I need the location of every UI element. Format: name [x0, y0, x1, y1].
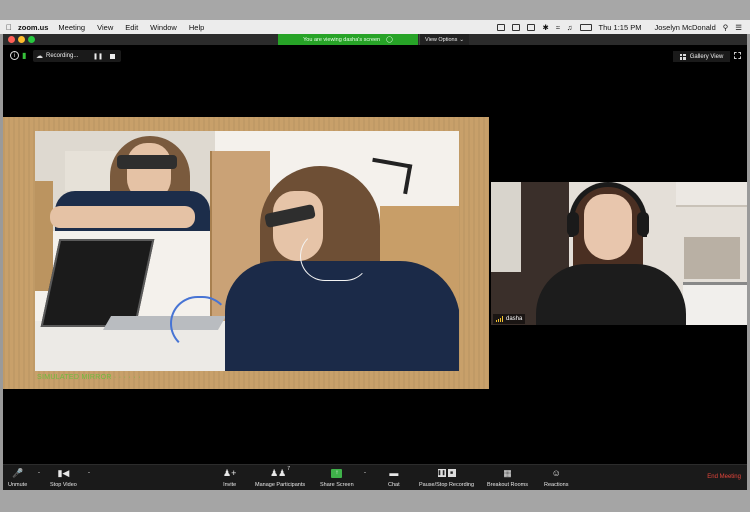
audio-options-chevron-icon[interactable]: ˆ: [38, 473, 40, 479]
pause-icon[interactable]: ❚❚: [93, 53, 103, 60]
info-icon[interactable]: i: [10, 51, 19, 60]
user-name[interactable]: Joselyn McDonald: [654, 23, 715, 32]
menu-view[interactable]: View: [97, 23, 113, 32]
share-screen-icon: ↑: [331, 467, 343, 479]
breakout-rooms-button[interactable]: ▦ Breakout Rooms: [487, 467, 528, 489]
breakout-rooms-label: Breakout Rooms: [487, 482, 528, 488]
shared-screen-caption: SIMULATED MIRROR · · · · · ·: [37, 374, 141, 381]
lock-icon[interactable]: ▮: [22, 51, 29, 60]
desktop-bottom-band: [0, 490, 750, 512]
meeting-top-row: i ▮ ☁ Recording... ❚❚ Gallery View: [3, 49, 747, 63]
view-options-button[interactable]: View Options ⌄: [419, 34, 469, 45]
window-titlebar: You are viewing dasha's screen ◯ View Op…: [3, 34, 747, 45]
viewing-banner-text: You are viewing dasha's screen: [303, 36, 381, 43]
clock[interactable]: Thu 1:15 PM: [599, 23, 642, 32]
background-bottles: [684, 237, 740, 279]
share-options-chevron-icon[interactable]: ˆ: [364, 473, 366, 479]
chevron-down-icon: ⌄: [459, 36, 464, 43]
shield-icon: ◯: [386, 37, 393, 43]
apple-icon[interactable]: : [0, 23, 18, 32]
fullscreen-icon[interactable]: [734, 52, 741, 59]
gallery-view-button[interactable]: Gallery View: [673, 51, 730, 62]
microphone-muted-icon: 🎤: [12, 467, 24, 478]
laptop-screen: [40, 239, 155, 327]
zoom-window: You are viewing dasha's screen ◯ View Op…: [3, 34, 747, 490]
menu-help[interactable]: Help: [189, 23, 204, 32]
pause-stop-icon: ❚❚ ■: [437, 467, 456, 479]
background-coat-light: [491, 182, 521, 272]
smiley-icon: ☺: [551, 468, 561, 478]
viewing-screen-banner: You are viewing dasha's screen ◯: [278, 34, 418, 45]
desktop-top-band: [0, 0, 750, 20]
share-screen-label: Share Screen: [320, 482, 354, 488]
breakout-grid-icon: ▦: [503, 467, 512, 478]
stop-video-label: Stop Video: [50, 482, 77, 488]
white-cable: [300, 231, 370, 281]
left-earcup: [567, 212, 579, 236]
battery-icon[interactable]: [579, 23, 592, 31]
menu-edit[interactable]: Edit: [125, 23, 138, 32]
share-screen-button[interactable]: ↑ Share Screen: [320, 467, 354, 488]
grid-icon: [679, 53, 686, 60]
pause-stop-recording-button[interactable]: ❚❚ ■ Pause/Stop Recording: [419, 467, 474, 488]
right-earcup: [637, 212, 649, 236]
zoom-window-icon[interactable]: [28, 36, 35, 43]
macos-menu-bar:  zoom.us Meeting View Edit Window Help …: [0, 20, 750, 34]
chat-button[interactable]: ▬ Chat: [388, 467, 400, 488]
zoom-status-icon[interactable]: [497, 23, 506, 31]
gallery-view-label: Gallery View: [689, 53, 724, 60]
manage-participants-button[interactable]: ♟♟ 7 Manage Participants: [255, 466, 306, 488]
reactions-button[interactable]: ☺ Reactions: [544, 467, 568, 488]
unmute-label: Unmute: [8, 482, 28, 488]
video-options-chevron-icon[interactable]: ˆ: [88, 473, 90, 479]
cloud-icon: ☁: [36, 53, 43, 60]
app-menu[interactable]: zoom.us: [18, 23, 48, 32]
chat-bubble-icon: ▬: [389, 468, 399, 478]
volume-icon[interactable]: ♫: [567, 23, 573, 32]
chat-label: Chat: [388, 482, 400, 488]
unmute-button[interactable]: 🎤 Unmute: [8, 467, 28, 489]
minimize-icon[interactable]: [18, 36, 25, 43]
end-meeting-button[interactable]: End Meeting: [707, 474, 741, 480]
invite-label: Invite: [223, 482, 237, 488]
recording-label: Recording...: [46, 53, 79, 59]
recording-indicator: ☁ Recording... ❚❚: [33, 50, 121, 62]
wifi-icon[interactable]: ≈: [556, 23, 560, 32]
add-person-icon: ♟+: [223, 467, 237, 478]
pause-stop-recording-label: Pause/Stop Recording: [419, 482, 475, 488]
desk-lamp: [367, 157, 413, 195]
background-stove: [683, 282, 747, 325]
participant-count: 7: [287, 466, 291, 472]
participant-body: [536, 264, 686, 325]
bluetooth-icon[interactable]: ✱: [542, 23, 548, 32]
blue-cable: [170, 296, 230, 351]
screen-status-icon[interactable]: [512, 23, 521, 31]
participants-icon: ♟♟ 7: [270, 466, 291, 478]
shared-screen-content: [35, 131, 459, 371]
participant-video[interactable]: dasha: [491, 182, 747, 325]
control-center-icon[interactable]: ☰: [735, 23, 742, 32]
background-cupboard: [676, 182, 747, 207]
airplay-icon[interactable]: [527, 23, 536, 31]
background-shelf: [35, 181, 53, 291]
spotlight-icon[interactable]: ⚲: [723, 23, 729, 32]
reactions-label: Reactions: [544, 482, 569, 488]
manage-participants-label: Manage Participants: [255, 482, 306, 488]
view-options-label: View Options: [425, 36, 458, 43]
close-icon[interactable]: [8, 36, 15, 43]
invite-button[interactable]: ♟+ Invite: [223, 467, 237, 489]
reflected-person-arms: [50, 206, 195, 228]
headphones: [569, 182, 647, 237]
participant-name-tag: dasha: [493, 314, 526, 324]
menu-window[interactable]: Window: [150, 23, 177, 32]
menu-meeting[interactable]: Meeting: [58, 23, 85, 32]
signal-icon: [496, 316, 503, 322]
reflected-goggles: [117, 155, 177, 169]
stop-icon[interactable]: [110, 53, 115, 59]
participant-name: dasha: [506, 316, 523, 322]
meeting-toolbar: 🎤 Unmute ˆ ▮◀ Stop Video ˆ ♟+ Invite ♟♟ 7…: [3, 464, 747, 490]
video-camera-icon: ▮◀: [57, 467, 70, 478]
shared-screen[interactable]: SIMULATED MIRROR · · · · · ·: [3, 117, 489, 389]
stop-video-button[interactable]: ▮◀ Stop Video: [50, 467, 77, 489]
